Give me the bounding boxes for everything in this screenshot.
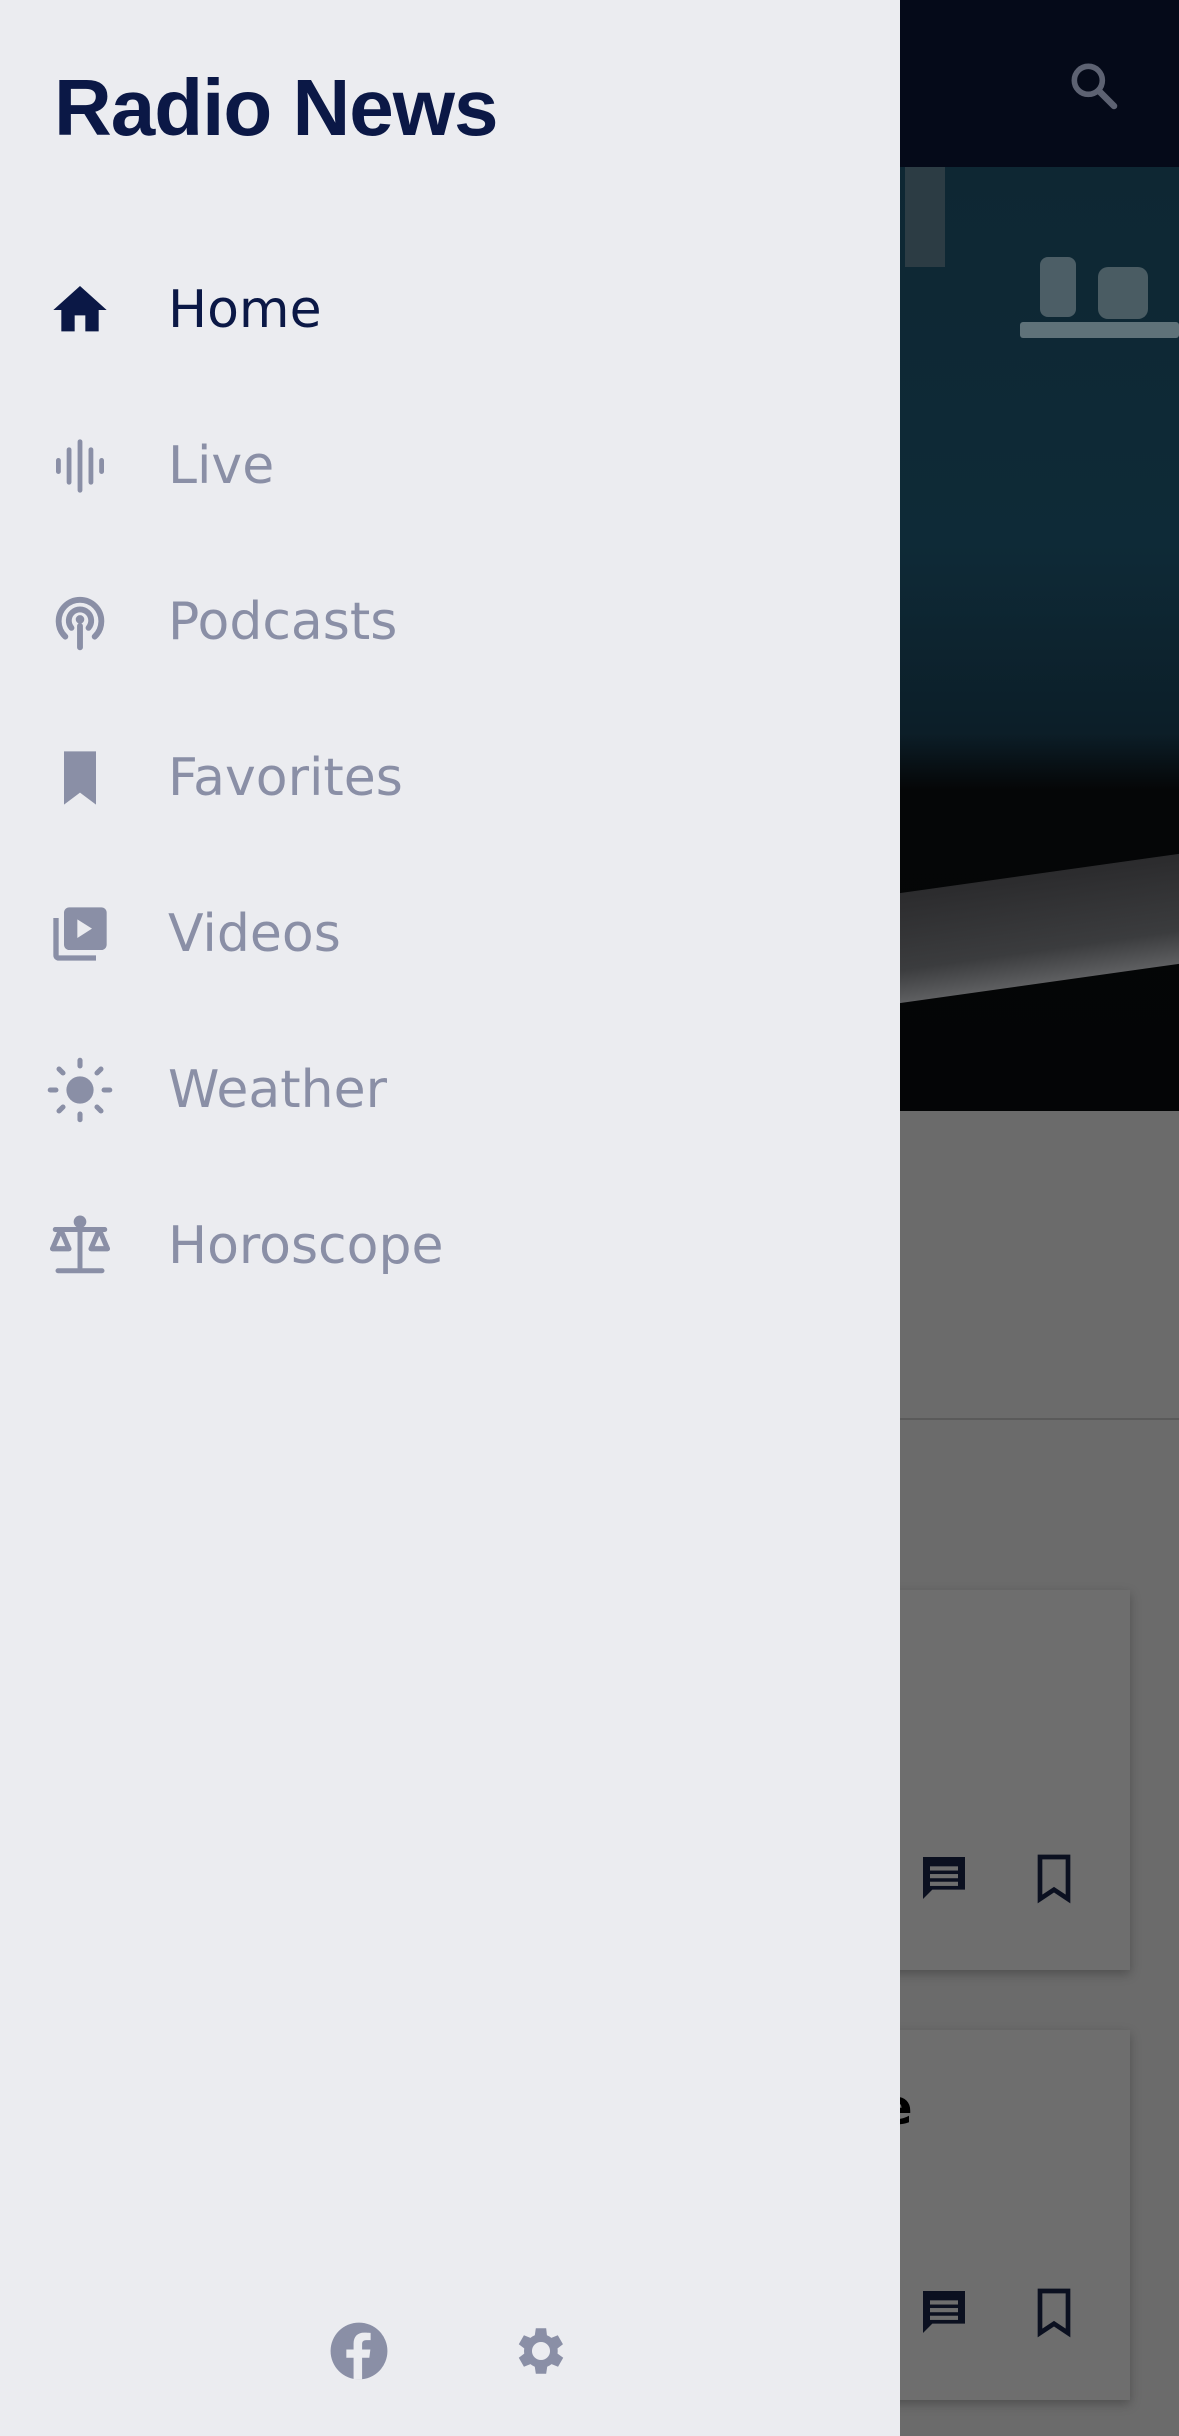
bookmark-button[interactable] [1026,2284,1082,2340]
app-title: Radio News [54,63,498,152]
nav-label: Weather [168,1060,387,1120]
nav-label: Podcasts [168,592,398,652]
video-library-icon [44,898,116,970]
drawer-nav: Home Live Podcasts Favorites Videos Weat… [0,232,900,1324]
drawer-footer [0,2316,900,2396]
bookmark-button[interactable] [1026,1850,1082,1906]
nav-label: Horoscope [168,1216,444,1276]
comment-icon [923,2291,965,2333]
bookmark-outline-icon [1037,1854,1071,1904]
nav-item-horoscope[interactable]: Horoscope [0,1168,900,1324]
nav-item-podcasts[interactable]: Podcasts [0,544,900,700]
bookmark-icon [44,742,116,814]
nav-label: Favorites [168,748,403,808]
article-card[interactable] [860,1590,1130,1970]
audio-wave-icon [44,430,116,502]
scales-icon [44,1210,116,1282]
nav-item-favorites[interactable]: Favorites [0,700,900,856]
settings-button[interactable] [506,2316,576,2386]
comment-icon [923,1857,965,1899]
bookmark-outline-icon [1037,2288,1071,2338]
nav-item-live[interactable]: Live [0,388,900,544]
gear-icon [518,2328,564,2374]
nav-item-home[interactable]: Home [0,232,900,388]
facebook-button[interactable] [324,2316,394,2386]
sun-icon [44,1054,116,1126]
home-icon [44,274,116,346]
nav-label: Videos [168,904,341,964]
nav-label: Live [168,436,275,496]
nav-item-videos[interactable]: Videos [0,856,900,1012]
comment-button[interactable] [916,2284,972,2340]
navigation-drawer: Radio News Home Live Podcasts Favorites … [0,0,900,2436]
podcast-icon [44,586,116,658]
comment-button[interactable] [916,1850,972,1906]
nav-item-weather[interactable]: Weather [0,1012,900,1168]
nav-label: Home [168,280,322,340]
facebook-icon [330,2322,388,2380]
search-button[interactable] [1060,52,1126,118]
search-icon [1071,63,1118,110]
